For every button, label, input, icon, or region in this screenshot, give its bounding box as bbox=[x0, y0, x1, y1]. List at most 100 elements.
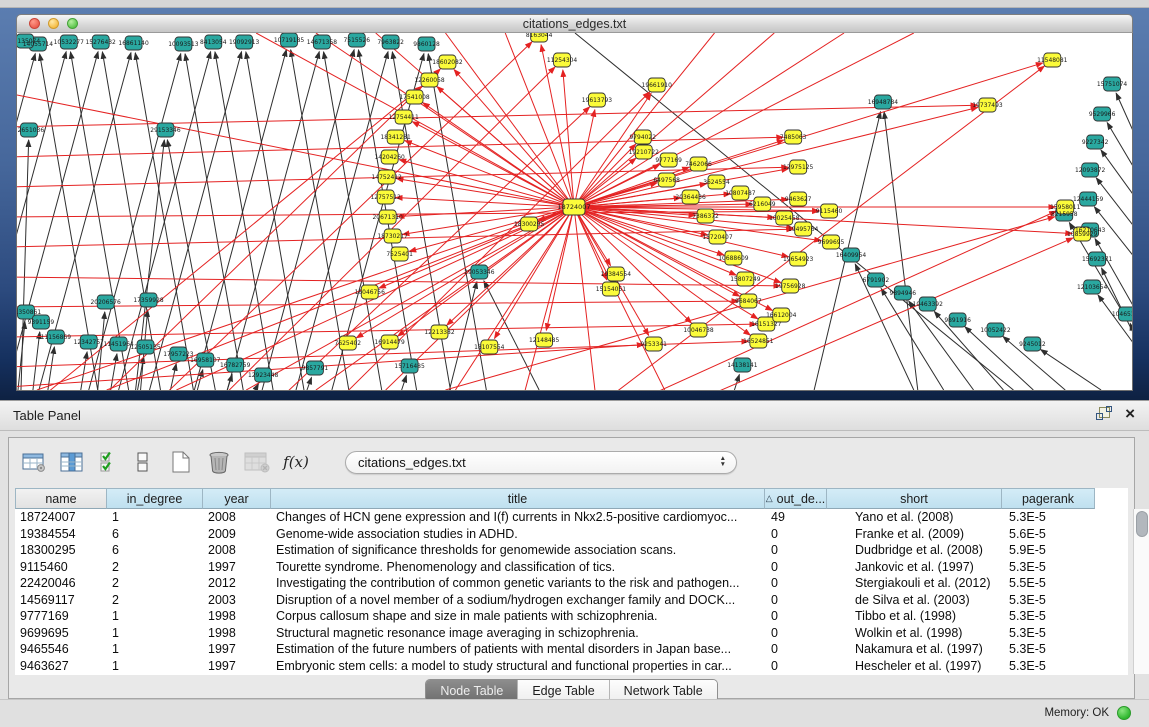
cell-in_degree[interactable]: 1 bbox=[107, 658, 203, 675]
cell-short[interactable]: Jankovic et al. (1997) bbox=[827, 559, 1002, 576]
cell-year[interactable]: 1997 bbox=[203, 559, 271, 576]
cell-short[interactable]: Nakamura et al. (1997) bbox=[827, 641, 1002, 658]
cell-name[interactable]: 9463627 bbox=[15, 658, 107, 675]
table-row[interactable]: 1456911722003Disruption of a novel membe… bbox=[15, 592, 1128, 609]
cell-out_degree[interactable]: 0 bbox=[765, 575, 827, 592]
cell-out_degree[interactable]: 0 bbox=[765, 625, 827, 642]
cell-out_degree[interactable]: 0 bbox=[765, 592, 827, 609]
cell-title[interactable]: Tourette syndrome. Phenomenology and cla… bbox=[271, 559, 765, 576]
table-row[interactable]: 946362711997Embryonic stem cells: a mode… bbox=[15, 658, 1128, 675]
column-header-name[interactable]: name bbox=[15, 488, 107, 509]
cell-pagerank[interactable]: 5.3E-5 bbox=[1002, 625, 1095, 642]
cell-name[interactable]: 9777169 bbox=[15, 608, 107, 625]
cell-out_degree[interactable]: 0 bbox=[765, 658, 827, 675]
cell-title[interactable]: Changes of HCN gene expression and I(f) … bbox=[271, 509, 765, 526]
column-header-pagerank[interactable]: pagerank bbox=[1002, 488, 1095, 509]
column-header-in_degree[interactable]: in_degree bbox=[107, 488, 203, 509]
scrollbar-thumb[interactable] bbox=[1136, 511, 1148, 537]
cell-out_degree[interactable]: 49 bbox=[765, 509, 827, 526]
cell-year[interactable]: 1997 bbox=[203, 641, 271, 658]
cell-short[interactable]: de Silva et al. (2003) bbox=[827, 592, 1002, 609]
cell-year[interactable]: 1997 bbox=[203, 658, 271, 675]
column-header-out_degree[interactable]: △out_de... bbox=[765, 488, 827, 509]
cell-pagerank[interactable]: 5.3E-5 bbox=[1002, 559, 1095, 576]
cell-title[interactable]: Estimation of the future numbers of pati… bbox=[271, 641, 765, 658]
cell-in_degree[interactable]: 1 bbox=[107, 608, 203, 625]
cell-in_degree[interactable]: 2 bbox=[107, 575, 203, 592]
cell-in_degree[interactable]: 1 bbox=[107, 625, 203, 642]
cell-out_degree[interactable]: 0 bbox=[765, 641, 827, 658]
cell-year[interactable]: 2008 bbox=[203, 509, 271, 526]
cell-year[interactable]: 1998 bbox=[203, 625, 271, 642]
cell-out_degree[interactable]: 0 bbox=[765, 608, 827, 625]
table-scrollbar[interactable] bbox=[1133, 509, 1149, 674]
cell-in_degree[interactable]: 2 bbox=[107, 559, 203, 576]
cell-in_degree[interactable]: 6 bbox=[107, 526, 203, 543]
cell-pagerank[interactable]: 5.5E-5 bbox=[1002, 575, 1095, 592]
cell-pagerank[interactable]: 5.6E-5 bbox=[1002, 526, 1095, 543]
table-row[interactable]: 946554611997Estimation of the future num… bbox=[15, 641, 1128, 658]
cell-title[interactable]: Corpus callosum shape and size in male p… bbox=[271, 608, 765, 625]
cell-out_degree[interactable]: 0 bbox=[765, 542, 827, 559]
cell-short[interactable]: Dudbridge et al. (2008) bbox=[827, 542, 1002, 559]
cell-out_degree[interactable]: 0 bbox=[765, 559, 827, 576]
cell-title[interactable]: Structural magnetic resonance image aver… bbox=[271, 625, 765, 642]
cell-year[interactable]: 1998 bbox=[203, 608, 271, 625]
table-row[interactable]: 1872400712008Changes of HCN gene express… bbox=[15, 509, 1128, 526]
cell-pagerank[interactable]: 5.3E-5 bbox=[1002, 608, 1095, 625]
cell-name[interactable]: 9465546 bbox=[15, 641, 107, 658]
delete-table-icon[interactable] bbox=[244, 449, 270, 475]
cell-pagerank[interactable]: 5.3E-5 bbox=[1002, 641, 1095, 658]
cell-title[interactable]: Embryonic stem cells: a model to study s… bbox=[271, 658, 765, 675]
minimize-window-button[interactable] bbox=[48, 18, 59, 29]
cell-pagerank[interactable]: 5.3E-5 bbox=[1002, 658, 1095, 675]
cell-name[interactable]: 9699695 bbox=[15, 625, 107, 642]
citation-graph[interactable]: 1405571410532277152764321686114010093513… bbox=[17, 33, 1132, 390]
select-rows-icon[interactable] bbox=[97, 449, 123, 475]
cell-year[interactable]: 2008 bbox=[203, 542, 271, 559]
close-window-button[interactable] bbox=[29, 18, 40, 29]
table-select-dropdown[interactable]: citations_edges.txt ▲▼ bbox=[345, 451, 737, 474]
cell-year[interactable]: 2012 bbox=[203, 575, 271, 592]
close-panel-icon[interactable]: × bbox=[1125, 406, 1135, 421]
cell-short[interactable]: Tibbo et al. (1998) bbox=[827, 608, 1002, 625]
column-header-short[interactable]: short bbox=[827, 488, 1002, 509]
cell-name[interactable]: 9115460 bbox=[15, 559, 107, 576]
network-window-titlebar[interactable]: citations_edges.txt bbox=[16, 14, 1133, 33]
cell-name[interactable]: 18300295 bbox=[15, 542, 107, 559]
table-row[interactable]: 2242004622012Investigating the contribut… bbox=[15, 575, 1128, 592]
cell-in_degree[interactable]: 1 bbox=[107, 641, 203, 658]
cell-short[interactable]: Franke et al. (2009) bbox=[827, 526, 1002, 543]
column-header-title[interactable]: title bbox=[271, 488, 765, 509]
cell-pagerank[interactable]: 5.9E-5 bbox=[1002, 542, 1095, 559]
network-canvas[interactable]: 1405571410532277152764321686114010093513… bbox=[16, 33, 1133, 391]
cell-short[interactable]: Yano et al. (2008) bbox=[827, 509, 1002, 526]
cell-in_degree[interactable]: 6 bbox=[107, 542, 203, 559]
cell-name[interactable]: 22420046 bbox=[15, 575, 107, 592]
column-header-year[interactable]: year bbox=[203, 488, 271, 509]
cell-short[interactable]: Hescheler et al. (1997) bbox=[827, 658, 1002, 675]
zoom-window-button[interactable] bbox=[67, 18, 78, 29]
float-panel-icon[interactable] bbox=[1096, 406, 1111, 421]
cell-in_degree[interactable]: 1 bbox=[107, 509, 203, 526]
row-layout-icon[interactable] bbox=[130, 449, 156, 475]
function-builder-icon[interactable]: f(x) bbox=[283, 449, 309, 475]
cell-in_degree[interactable]: 2 bbox=[107, 592, 203, 609]
cell-year[interactable]: 2009 bbox=[203, 526, 271, 543]
new-column-icon[interactable] bbox=[168, 449, 194, 475]
cell-pagerank[interactable]: 5.3E-5 bbox=[1002, 592, 1095, 609]
cell-title[interactable]: Disruption of a novel member of a sodium… bbox=[271, 592, 765, 609]
table-row[interactable]: 977716911998Corpus callosum shape and si… bbox=[15, 608, 1128, 625]
table-row[interactable]: 911546021997Tourette syndrome. Phenomeno… bbox=[15, 559, 1128, 576]
cell-out_degree[interactable]: 0 bbox=[765, 526, 827, 543]
delete-column-icon[interactable] bbox=[206, 449, 232, 475]
table-row[interactable]: 969969511998Structural magnetic resonanc… bbox=[15, 625, 1128, 642]
cell-short[interactable]: Wolkin et al. (1998) bbox=[827, 625, 1002, 642]
table-row[interactable]: 1938455462009Genome-wide association stu… bbox=[15, 526, 1128, 543]
cell-name[interactable]: 19384554 bbox=[15, 526, 107, 543]
cell-title[interactable]: Investigating the contribution of common… bbox=[271, 575, 765, 592]
table-row[interactable]: 1830029562008Estimation of significance … bbox=[15, 542, 1128, 559]
cell-name[interactable]: 18724007 bbox=[15, 509, 107, 526]
cell-name[interactable]: 14569117 bbox=[15, 592, 107, 609]
show-columns-icon[interactable] bbox=[59, 449, 85, 475]
